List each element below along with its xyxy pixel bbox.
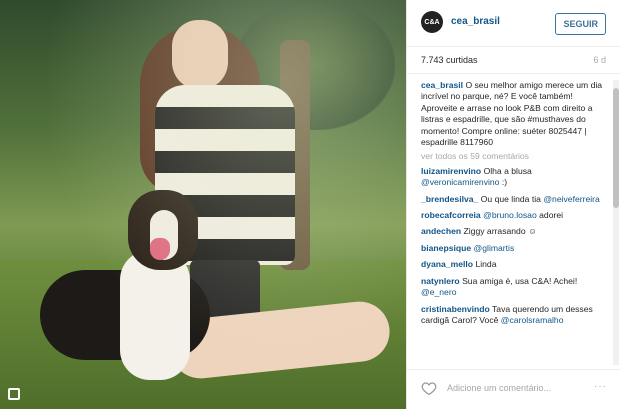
comment-text: Ou que linda tia bbox=[480, 193, 541, 204]
comment-mention[interactable]: @carolsramalho bbox=[501, 315, 564, 325]
comment-item: dyana_mello Linda bbox=[421, 259, 609, 270]
post-header: C&A cea_brasil SEGUIR bbox=[407, 0, 620, 47]
post-photo[interactable] bbox=[0, 0, 406, 409]
heart-icon[interactable] bbox=[421, 381, 437, 395]
comment-user[interactable]: natynlero bbox=[421, 276, 460, 286]
photo-light bbox=[0, 0, 406, 409]
avatar[interactable]: C&A bbox=[421, 11, 443, 33]
comment-item: robecafcorreia @bruno.losao adorei bbox=[421, 210, 609, 221]
comment-mention[interactable]: @e_nero bbox=[421, 287, 456, 297]
more-options-icon[interactable]: ··· bbox=[594, 381, 607, 392]
comment-mention[interactable]: @veronicamirenvino bbox=[421, 177, 499, 187]
comment-text: Sua amiga é, usa C&A! Achei! bbox=[462, 275, 578, 286]
comment-mention[interactable]: @neiveferreira bbox=[543, 194, 600, 204]
comment-mention[interactable]: @glimartis bbox=[474, 243, 515, 253]
comment-tail: adorei bbox=[539, 210, 564, 221]
caption: cea_brasil O seu melhor amigo merece um … bbox=[421, 80, 609, 148]
view-all-comments-link[interactable]: ver todos os 59 comentários bbox=[421, 151, 609, 162]
follow-button[interactable]: SEGUIR bbox=[555, 13, 606, 35]
comment-text: Linda bbox=[475, 259, 497, 270]
comment-mention[interactable]: @bruno.losao bbox=[483, 210, 537, 220]
caption-handle[interactable]: cea_brasil bbox=[421, 80, 463, 90]
comment-item: natynlero Sua amiga é, usa C&A! Achei! @… bbox=[421, 276, 609, 299]
comment-text: Ziggy arrasando ☺ bbox=[463, 226, 537, 237]
comment-user[interactable]: luizamirenvino bbox=[421, 166, 481, 176]
instagram-icon[interactable] bbox=[8, 388, 20, 400]
comment-user[interactable]: _brendesilva_ bbox=[421, 194, 478, 204]
comment-input[interactable]: Adicione um comentário... bbox=[447, 383, 551, 393]
comments-scrollbar[interactable] bbox=[613, 80, 619, 365]
comment-user[interactable]: andechen bbox=[421, 226, 461, 236]
comment-user[interactable]: robecafcorreia bbox=[421, 210, 481, 220]
comment-item: _brendesilva_ Ou que linda tia @neivefer… bbox=[421, 194, 609, 205]
post-age: 6 d bbox=[593, 55, 606, 65]
post-sidebar: C&A cea_brasil SEGUIR 7.743 curtidas 6 d… bbox=[406, 0, 620, 409]
comment-user[interactable]: dyana_mello bbox=[421, 259, 473, 269]
comment-user[interactable]: cristinabenvindo bbox=[421, 304, 490, 314]
comment-item: bianepsique @glimartis bbox=[421, 243, 609, 254]
comments-scrollbar-thumb[interactable] bbox=[613, 88, 619, 208]
comment-tail: :) bbox=[501, 177, 508, 188]
comment-user[interactable]: bianepsique bbox=[421, 243, 471, 253]
comment-text: Olha a blusa bbox=[483, 165, 532, 176]
comment-item: luizamirenvino Olha a blusa @veronicamir… bbox=[421, 166, 609, 189]
post-meta: 7.743 curtidas 6 d bbox=[407, 47, 620, 74]
comments-list[interactable]: cea_brasil O seu melhor amigo merece um … bbox=[421, 80, 609, 365]
post-footer: Adicione um comentário... ··· bbox=[407, 369, 620, 410]
comment-item: cristinabenvindo Tava querendo um desses… bbox=[421, 304, 609, 327]
comment-item: andechen Ziggy arrasando ☺ bbox=[421, 226, 609, 237]
username-link[interactable]: cea_brasil bbox=[451, 16, 500, 27]
likes-count[interactable]: 7.743 curtidas bbox=[421, 55, 478, 65]
